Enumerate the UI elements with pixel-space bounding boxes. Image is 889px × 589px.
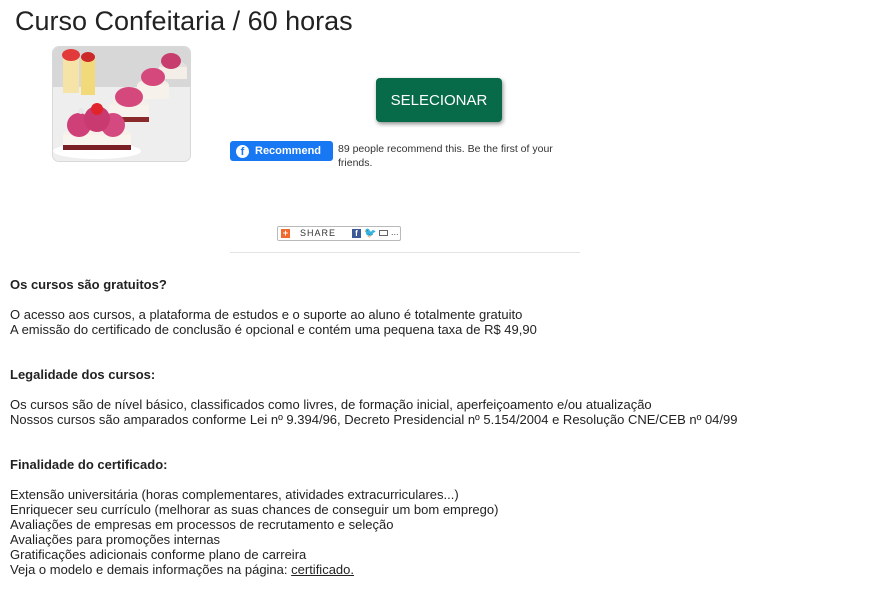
faq-text-line: Gratificações adicionais conforme plano … [10, 547, 307, 562]
faq-text-line-certificate: Veja o modelo e demais informações na pá… [10, 562, 870, 577]
certificate-info-text: Veja o modelo e demais informações na pá… [10, 562, 288, 577]
faq-heading-legalidade: Legalidade dos cursos: [10, 367, 156, 382]
faq-text-line: Avaliações para promoções internas [10, 532, 221, 547]
faq-heading-finalidade: Finalidade do certificado: [10, 457, 168, 472]
faq-text-line: Nossos cursos são amparados conforme Lei… [10, 412, 738, 427]
facebook-recommend-button[interactable]: f Recommend [230, 141, 333, 161]
course-thumbnail-image [52, 46, 191, 162]
email-share-icon [379, 230, 388, 236]
faq-text-line: Avaliações de empresas em processos de r… [10, 517, 394, 532]
facebook-logo-icon: f [236, 144, 249, 158]
facebook-share-icon: f [352, 229, 361, 238]
faq-text-line: O acesso aos cursos, a plataforma de est… [10, 307, 523, 322]
share-more-icon: ... [391, 227, 399, 237]
certificate-link[interactable]: certificado. [291, 562, 354, 577]
page-title: Curso Confeitaria / 60 horas [15, 6, 353, 36]
faq-heading-gratuitos: Os cursos são gratuitos? [10, 277, 167, 292]
course-info: Os cursos são gratuitos? O acesso aos cu… [10, 277, 870, 577]
share-button[interactable]: + SHARE f 🐦 ... [277, 226, 401, 241]
faq-text-line: Extensão universitária (horas complement… [10, 487, 459, 502]
faq-text-line: Enriquecer seu currículo (melhorar as su… [10, 502, 499, 517]
faq-text-line: A emissão do certificado de conclusão é … [10, 322, 537, 337]
share-plus-icon: + [281, 228, 290, 238]
faq-text-line: Os cursos são de nível básico, classific… [10, 397, 652, 412]
twitter-share-icon: 🐦 [364, 228, 377, 239]
facebook-recommend-count: 89 people recommend this. Be the first o… [338, 143, 553, 169]
select-course-button[interactable]: SELECIONAR [376, 78, 502, 122]
share-label: SHARE [300, 228, 337, 238]
facebook-recommend-label: Recommend [255, 145, 322, 157]
section-divider [230, 252, 580, 253]
